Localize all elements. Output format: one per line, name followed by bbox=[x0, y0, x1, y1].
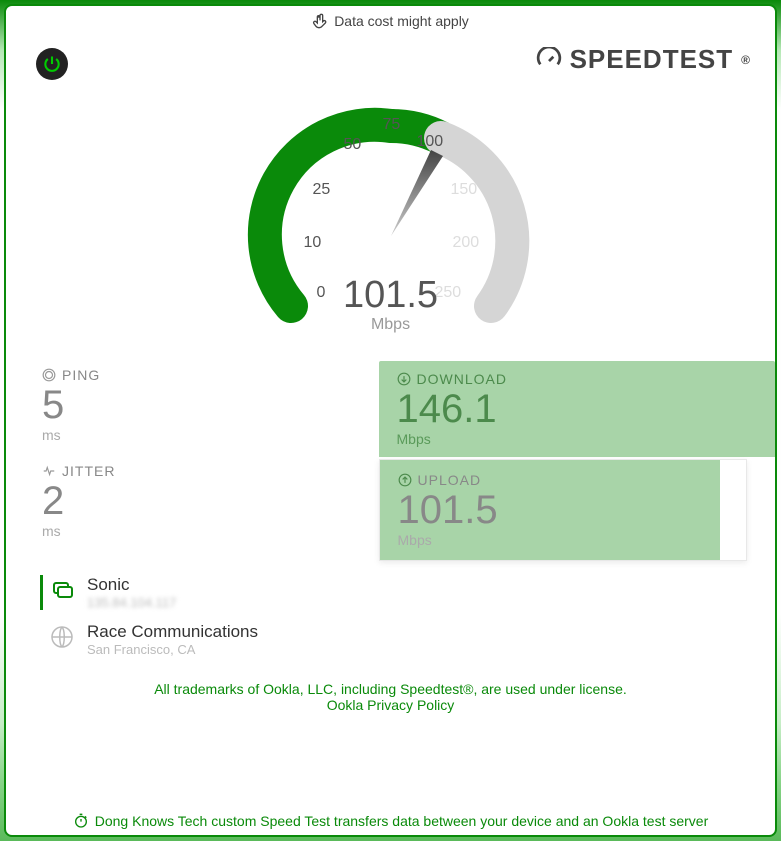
speedtest-widget: Data cost might apply SPEEDTEST® bbox=[4, 4, 777, 837]
bottom-notice: Dong Knows Tech custom Speed Test transf… bbox=[6, 807, 775, 835]
top-notice-text: Data cost might apply bbox=[334, 13, 469, 29]
tick-10: 10 bbox=[304, 234, 322, 252]
gauge-unit: Mbps bbox=[231, 316, 551, 334]
brand-logo: SPEEDTEST® bbox=[536, 44, 751, 75]
isp-ip: 135.84.104.117 bbox=[87, 595, 176, 610]
tick-25: 25 bbox=[313, 181, 331, 199]
server-name: Race Communications bbox=[87, 622, 258, 642]
jitter-unit: ms bbox=[42, 523, 379, 539]
privacy-link[interactable]: Ookla Privacy Policy bbox=[327, 697, 455, 713]
brand-text: SPEEDTEST bbox=[570, 44, 734, 75]
globe-icon bbox=[50, 625, 74, 649]
ping-label: PING bbox=[62, 367, 100, 383]
tick-50: 50 bbox=[344, 136, 362, 154]
upload-metric: UPLOAD 101.5 Mbps bbox=[379, 459, 748, 561]
isp-name: Sonic bbox=[87, 575, 176, 595]
jitter-value: 2 bbox=[42, 479, 379, 523]
connection-info: Sonic 135.84.104.117 Race Communications… bbox=[30, 561, 751, 673]
jitter-label: JITTER bbox=[62, 463, 115, 479]
upload-value: 101.5 bbox=[398, 488, 703, 532]
download-metric: DOWNLOAD 146.1 Mbps bbox=[379, 361, 776, 457]
tick-100: 100 bbox=[417, 133, 444, 151]
speedtest-brand-icon bbox=[536, 47, 562, 73]
server-location: San Francisco, CA bbox=[87, 642, 258, 657]
isp-row[interactable]: Sonic 135.84.104.117 bbox=[40, 575, 741, 610]
stopwatch-icon bbox=[73, 813, 89, 829]
speed-gauge: 0 10 25 50 75 100 150 200 250 101.5 Mbps bbox=[30, 76, 751, 361]
tick-150: 150 bbox=[451, 181, 478, 199]
ping-unit: ms bbox=[42, 427, 379, 443]
monitor-icon bbox=[50, 578, 74, 602]
gauge-value: 101.5 bbox=[231, 274, 551, 317]
power-icon bbox=[42, 54, 62, 74]
jitter-icon bbox=[42, 464, 56, 478]
server-row[interactable]: Race Communications San Francisco, CA bbox=[40, 622, 741, 657]
legal-text: All trademarks of Ookla, LLC, including … bbox=[30, 673, 751, 721]
ping-metric: PING 5 ms bbox=[30, 361, 391, 457]
download-unit: Mbps bbox=[397, 431, 758, 447]
download-value: 146.1 bbox=[397, 387, 758, 431]
download-icon bbox=[397, 372, 411, 386]
bottom-notice-text: Dong Knows Tech custom Speed Test transf… bbox=[95, 813, 709, 829]
tick-75: 75 bbox=[383, 116, 401, 134]
ping-value: 5 bbox=[42, 383, 379, 427]
upload-unit: Mbps bbox=[398, 532, 703, 548]
jitter-metric: JITTER 2 ms bbox=[30, 457, 391, 561]
ping-icon bbox=[42, 368, 56, 382]
download-label: DOWNLOAD bbox=[417, 371, 507, 387]
hand-icon bbox=[312, 13, 328, 29]
tick-200: 200 bbox=[453, 234, 480, 252]
top-notice: Data cost might apply bbox=[6, 6, 775, 36]
upload-label: UPLOAD bbox=[418, 472, 482, 488]
upload-icon bbox=[398, 473, 412, 487]
